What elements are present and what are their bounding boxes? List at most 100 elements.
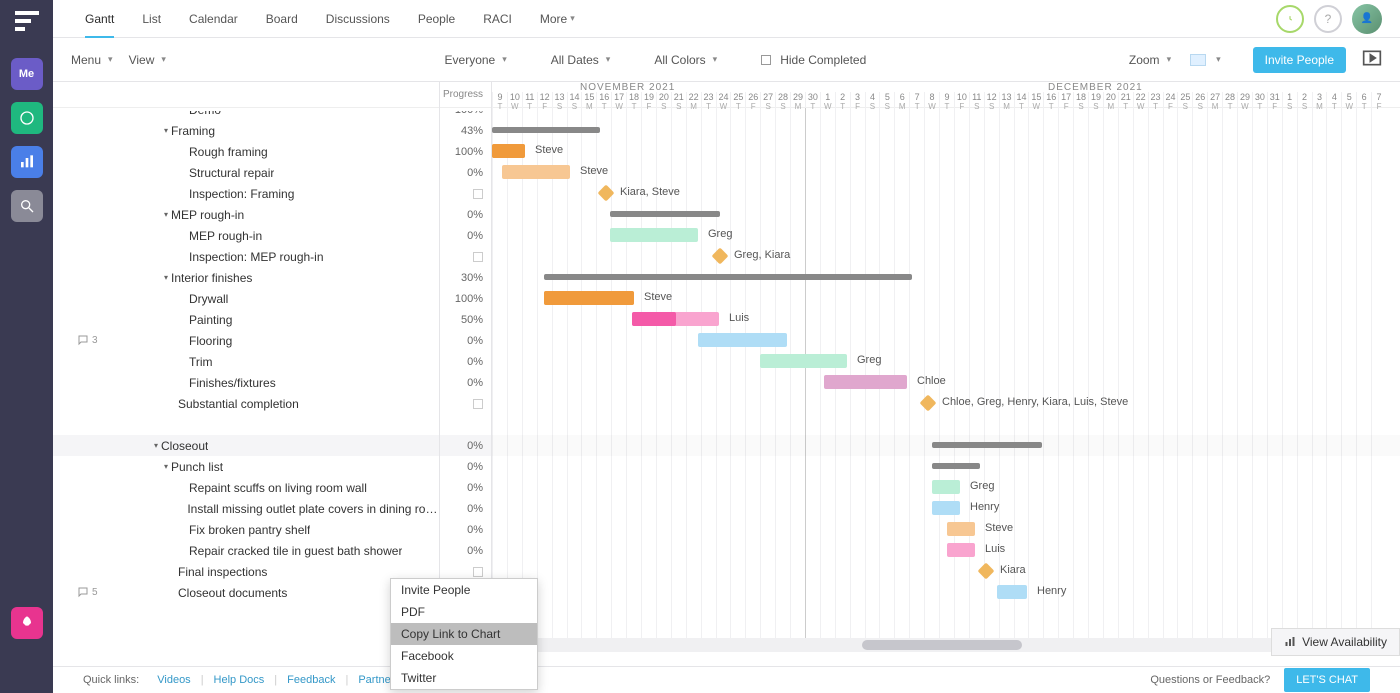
task-bar[interactable]: [632, 312, 719, 326]
task-row[interactable]: Closeout documents: [53, 582, 439, 603]
milestone-checkbox[interactable]: [473, 567, 483, 577]
task-bar[interactable]: [932, 480, 960, 494]
timeline-row[interactable]: Steve: [492, 519, 1400, 540]
milestone-checkbox[interactable]: [473, 189, 483, 199]
timeline-row[interactable]: [492, 456, 1400, 477]
task-row[interactable]: [53, 414, 439, 435]
task-bar[interactable]: [698, 333, 787, 347]
task-row[interactable]: ▾MEP rough-in: [53, 204, 439, 225]
milestone-marker[interactable]: [712, 248, 729, 265]
timeline-row[interactable]: Luis: [492, 540, 1400, 561]
filter-all-dates[interactable]: All Dates: [551, 53, 611, 67]
tab-gantt[interactable]: Gantt: [71, 0, 128, 38]
task-row[interactable]: ▾Closeout: [53, 435, 439, 456]
invite-people-button[interactable]: Invite People: [1253, 47, 1346, 73]
view-availability-button[interactable]: View Availability: [1271, 628, 1400, 656]
task-row[interactable]: Painting: [53, 309, 439, 330]
timeline-row[interactable]: Greg, Kiara: [492, 246, 1400, 267]
timeline-row[interactable]: Chloe: [492, 372, 1400, 393]
zoom-color-dropdown[interactable]: [1187, 54, 1221, 66]
filter-everyone[interactable]: Everyone: [445, 53, 507, 67]
task-row[interactable]: ▾Framing: [53, 120, 439, 141]
timeline-row[interactable]: [492, 330, 1400, 351]
tab-discussions[interactable]: Discussions: [312, 0, 404, 38]
context-menu-item[interactable]: Copy Link to Chart: [391, 623, 537, 645]
task-row[interactable]: Repair cracked tile in guest bath shower: [53, 540, 439, 561]
clock-icon[interactable]: [1276, 5, 1304, 33]
timeline-panel[interactable]: NOVEMBER 2021DECEMBER 2021 9T10W11T12F13…: [492, 82, 1400, 666]
task-bar[interactable]: [947, 543, 975, 557]
milestone-marker[interactable]: [920, 395, 937, 412]
summary-bar[interactable]: [932, 463, 980, 469]
context-menu-item[interactable]: Invite People: [391, 579, 537, 601]
horizontal-scrollbar[interactable]: [492, 638, 1400, 652]
collapse-toggle-icon[interactable]: ▾: [161, 273, 171, 282]
context-menu-item[interactable]: Facebook: [391, 645, 537, 667]
task-row[interactable]: Install missing outlet plate covers in d…: [53, 498, 439, 519]
timeline-row[interactable]: [492, 120, 1400, 141]
comment-badge[interactable]: 5: [77, 586, 98, 598]
collapse-toggle-icon[interactable]: ▾: [161, 126, 171, 135]
timeline-row[interactable]: Kiara, Steve: [492, 183, 1400, 204]
milestone-marker[interactable]: [598, 185, 615, 202]
comment-badge[interactable]: 3: [77, 334, 98, 346]
task-row[interactable]: Final inspections: [53, 561, 439, 582]
sidebar-nav-reports[interactable]: [11, 146, 43, 178]
footer-link[interactable]: Feedback: [287, 674, 335, 686]
task-row[interactable]: Finishes/fixtures: [53, 372, 439, 393]
task-row[interactable]: ▾Punch list: [53, 456, 439, 477]
task-row[interactable]: Inspection: MEP rough-in: [53, 246, 439, 267]
milestone-marker[interactable]: [978, 563, 995, 580]
timeline-row[interactable]: Steve: [492, 162, 1400, 183]
footer-link[interactable]: Help Docs: [214, 674, 265, 686]
context-menu-item[interactable]: Twitter: [391, 667, 537, 689]
help-icon[interactable]: ?: [1314, 5, 1342, 33]
task-bar[interactable]: [997, 585, 1027, 599]
timeline-row[interactable]: Greg: [492, 477, 1400, 498]
tab-list[interactable]: List: [128, 0, 175, 38]
sidebar-nav-search[interactable]: [11, 190, 43, 222]
task-row[interactable]: Structural repair: [53, 162, 439, 183]
milestone-checkbox[interactable]: [473, 399, 483, 409]
export-icon[interactable]: [1362, 49, 1382, 70]
sidebar-nav-me[interactable]: Me: [11, 58, 43, 90]
milestone-checkbox[interactable]: [473, 252, 483, 262]
task-row[interactable]: ▾Interior finishes: [53, 267, 439, 288]
timeline-row[interactable]: Greg: [492, 225, 1400, 246]
tab-calendar[interactable]: Calendar: [175, 0, 252, 38]
timeline-row[interactable]: Luis: [492, 309, 1400, 330]
timeline-row[interactable]: [492, 204, 1400, 225]
timeline-row[interactable]: [492, 435, 1400, 456]
timeline-row[interactable]: Steve: [492, 141, 1400, 162]
task-bar[interactable]: [492, 144, 525, 158]
timeline-row[interactable]: Steve: [492, 288, 1400, 309]
task-bar[interactable]: [824, 375, 907, 389]
timeline-row[interactable]: [492, 414, 1400, 435]
task-row[interactable]: Flooring: [53, 330, 439, 351]
summary-bar[interactable]: [544, 274, 912, 280]
task-row[interactable]: Trim: [53, 351, 439, 372]
timeline-row[interactable]: Greg: [492, 351, 1400, 372]
timeline-row[interactable]: Chloe, Greg, Henry, Kiara, Luis, Steve: [492, 393, 1400, 414]
task-row[interactable]: Fix broken pantry shelf: [53, 519, 439, 540]
tab-board[interactable]: Board: [252, 0, 312, 38]
task-bar[interactable]: [610, 228, 698, 242]
task-bar[interactable]: [932, 501, 960, 515]
timeline-row[interactable]: Kiara: [492, 561, 1400, 582]
task-row[interactable]: Drywall: [53, 288, 439, 309]
zoom-dropdown[interactable]: Zoom: [1129, 53, 1171, 67]
task-row[interactable]: Inspection: Framing: [53, 183, 439, 204]
summary-bar[interactable]: [610, 211, 720, 217]
collapse-toggle-icon[interactable]: ▾: [161, 210, 171, 219]
tab-raci[interactable]: RACI: [469, 0, 526, 38]
scrollbar-thumb[interactable]: [862, 640, 1022, 650]
tab-more[interactable]: More: [526, 0, 589, 38]
task-bar[interactable]: [947, 522, 975, 536]
timeline-row[interactable]: Henry: [492, 582, 1400, 603]
avatar[interactable]: 👤: [1352, 4, 1382, 34]
lets-chat-button[interactable]: LET'S CHAT: [1284, 668, 1370, 692]
task-row[interactable]: Repaint scuffs on living room wall: [53, 477, 439, 498]
task-bar[interactable]: [760, 354, 847, 368]
sidebar-nav-chat[interactable]: [11, 102, 43, 134]
tab-people[interactable]: People: [404, 0, 469, 38]
